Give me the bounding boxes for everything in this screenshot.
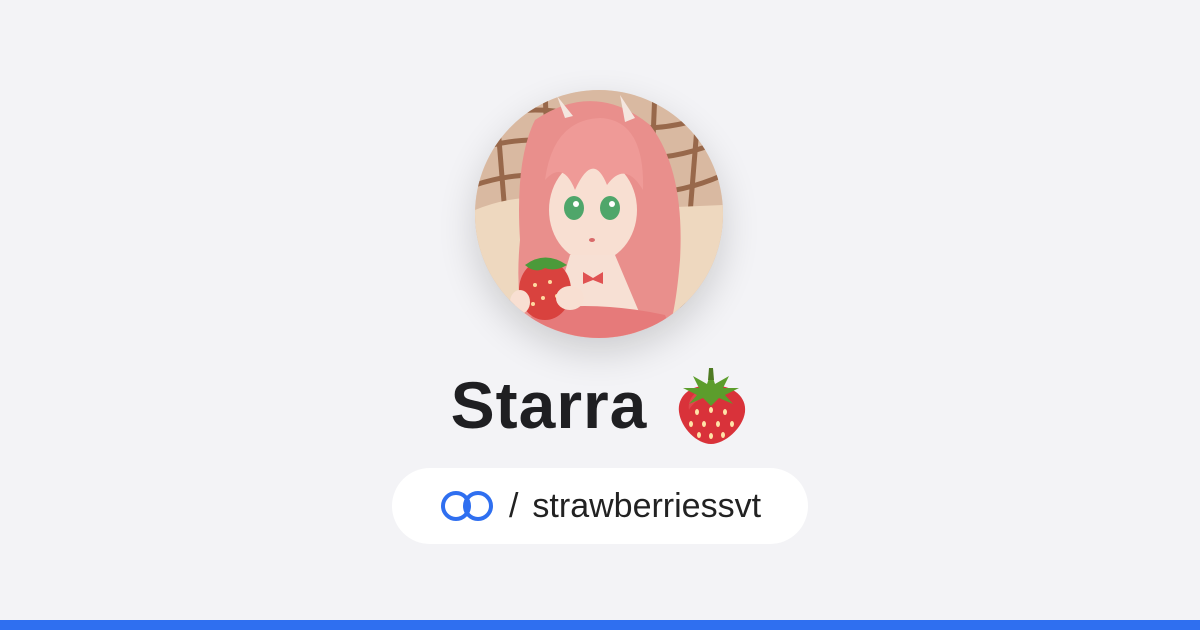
title-row: Starra xyxy=(0,360,1200,450)
link-rings-icon xyxy=(440,491,493,521)
strawberry-icon xyxy=(679,368,746,444)
avatar-image xyxy=(475,90,723,338)
handle-text: strawberriessvt xyxy=(532,487,762,525)
bottom-accent-bar xyxy=(0,620,1200,630)
profile-link-pill[interactable]: / strawberriessvt xyxy=(392,468,808,544)
profile-card: { "profile": { "display_name": "Starra",… xyxy=(0,0,1200,630)
display-name: Starra xyxy=(450,368,648,442)
handle-prefix: / xyxy=(508,487,519,525)
avatar[interactable] xyxy=(475,90,723,338)
